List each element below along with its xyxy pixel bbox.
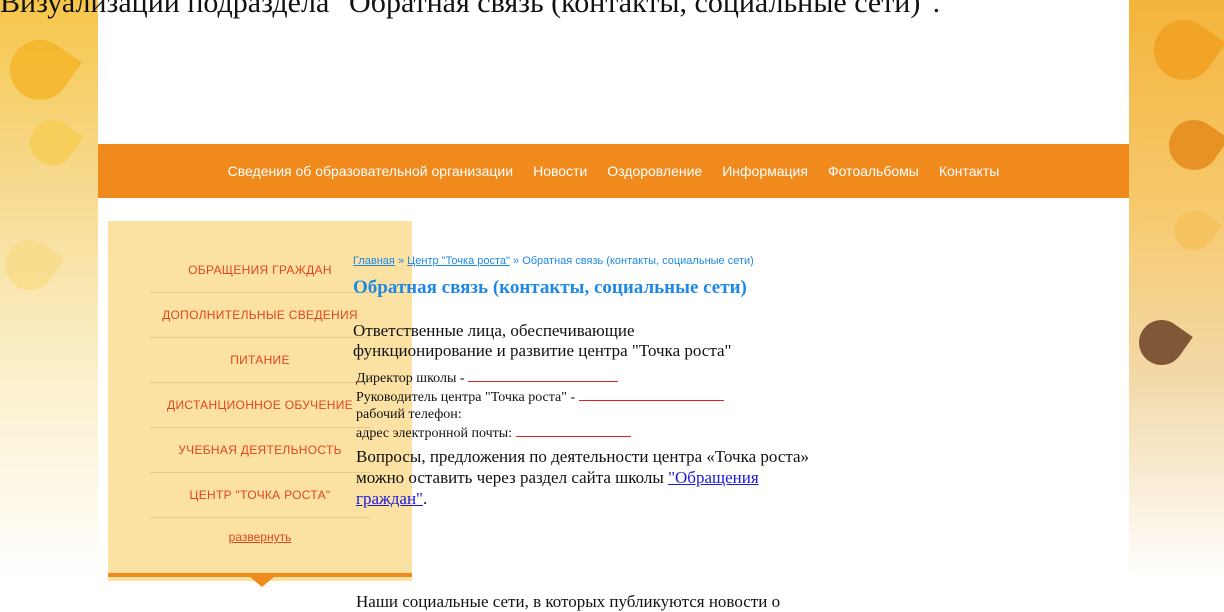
social-networks-text: Наши социальные сети, в которых публикую… (356, 592, 781, 611)
page-title: Обратная связь (контакты, социальные сет… (353, 277, 747, 298)
nav-item-info[interactable]: Информация (722, 163, 808, 179)
nav-item-contacts[interactable]: Контакты (939, 163, 999, 179)
email-line: адрес электронной почты: (356, 423, 973, 442)
director-line: Директор школы - (356, 368, 973, 387)
questions-end: . (423, 489, 428, 508)
director-label: Директор школы - (356, 371, 465, 386)
email-label: адрес электронной почты: (356, 426, 513, 441)
sidebar-item-food[interactable]: ПИТАНИЕ (150, 338, 370, 383)
main-nav: Сведения об образовательной организации … (98, 144, 1129, 198)
breadcrumb: Главная » Центр "Точка роста" » Обратная… (353, 255, 973, 267)
questions-paragraph: Вопросы, предложения по деятельности цен… (356, 446, 816, 509)
main-content: Главная » Центр "Точка роста" » Обратная… (353, 255, 973, 611)
email-blank (515, 423, 631, 437)
sidebar-notch (250, 577, 274, 587)
nav-item-about[interactable]: Сведения об образовательной организации (228, 163, 513, 179)
intro-paragraph: Ответственные лица, обеспечивающие функц… (353, 321, 732, 360)
left-leaves-decoration (0, 0, 98, 581)
right-leaves-decoration (1129, 0, 1224, 581)
contact-list: Директор школы - Руководитель центра "То… (356, 368, 973, 442)
nav-item-photos[interactable]: Фотоальбомы (828, 163, 919, 179)
sidebar-item-additional[interactable]: ДОПОЛНИТЕЛЬНЫЕ СВЕДЕНИЯ (150, 293, 370, 338)
breadcrumb-home[interactable]: Главная (353, 255, 395, 267)
head-label: Руководитель центра "Точка роста" - (356, 390, 576, 405)
sidebar-item-distance[interactable]: ДИСТАНЦИОННОЕ ОБУЧЕНИЕ (150, 383, 370, 428)
head-line: Руководитель центра "Точка роста" - (356, 387, 973, 406)
breadcrumb-current: Обратная связь (контакты, социальные сет… (522, 255, 754, 267)
director-blank (468, 368, 619, 382)
nav-item-news[interactable]: Новости (533, 163, 587, 179)
expand-link[interactable]: развернуть (108, 530, 412, 544)
document-caption: Визуализации подраздела "Обратная связь … (0, 0, 941, 19)
phone-line: рабочий телефон: (356, 406, 973, 423)
sidebar-item-study[interactable]: УЧЕБНАЯ ДЕЯТЕЛЬНОСТЬ (150, 428, 370, 473)
breadcrumb-separator: » (513, 255, 520, 267)
head-blank (578, 387, 724, 401)
nav-item-health[interactable]: Оздоровление (607, 163, 702, 179)
breadcrumb-center[interactable]: Центр "Точка роста" (407, 255, 510, 267)
sidebar-item-growth-center[interactable]: ЦЕНТР "ТОЧКА РОСТА" (150, 473, 370, 518)
sidebar-item-appeals[interactable]: ОБРАЩЕНИЯ ГРАЖДАН (150, 248, 370, 293)
breadcrumb-separator: » (397, 255, 405, 267)
phone-label: рабочий телефон: (356, 407, 462, 422)
